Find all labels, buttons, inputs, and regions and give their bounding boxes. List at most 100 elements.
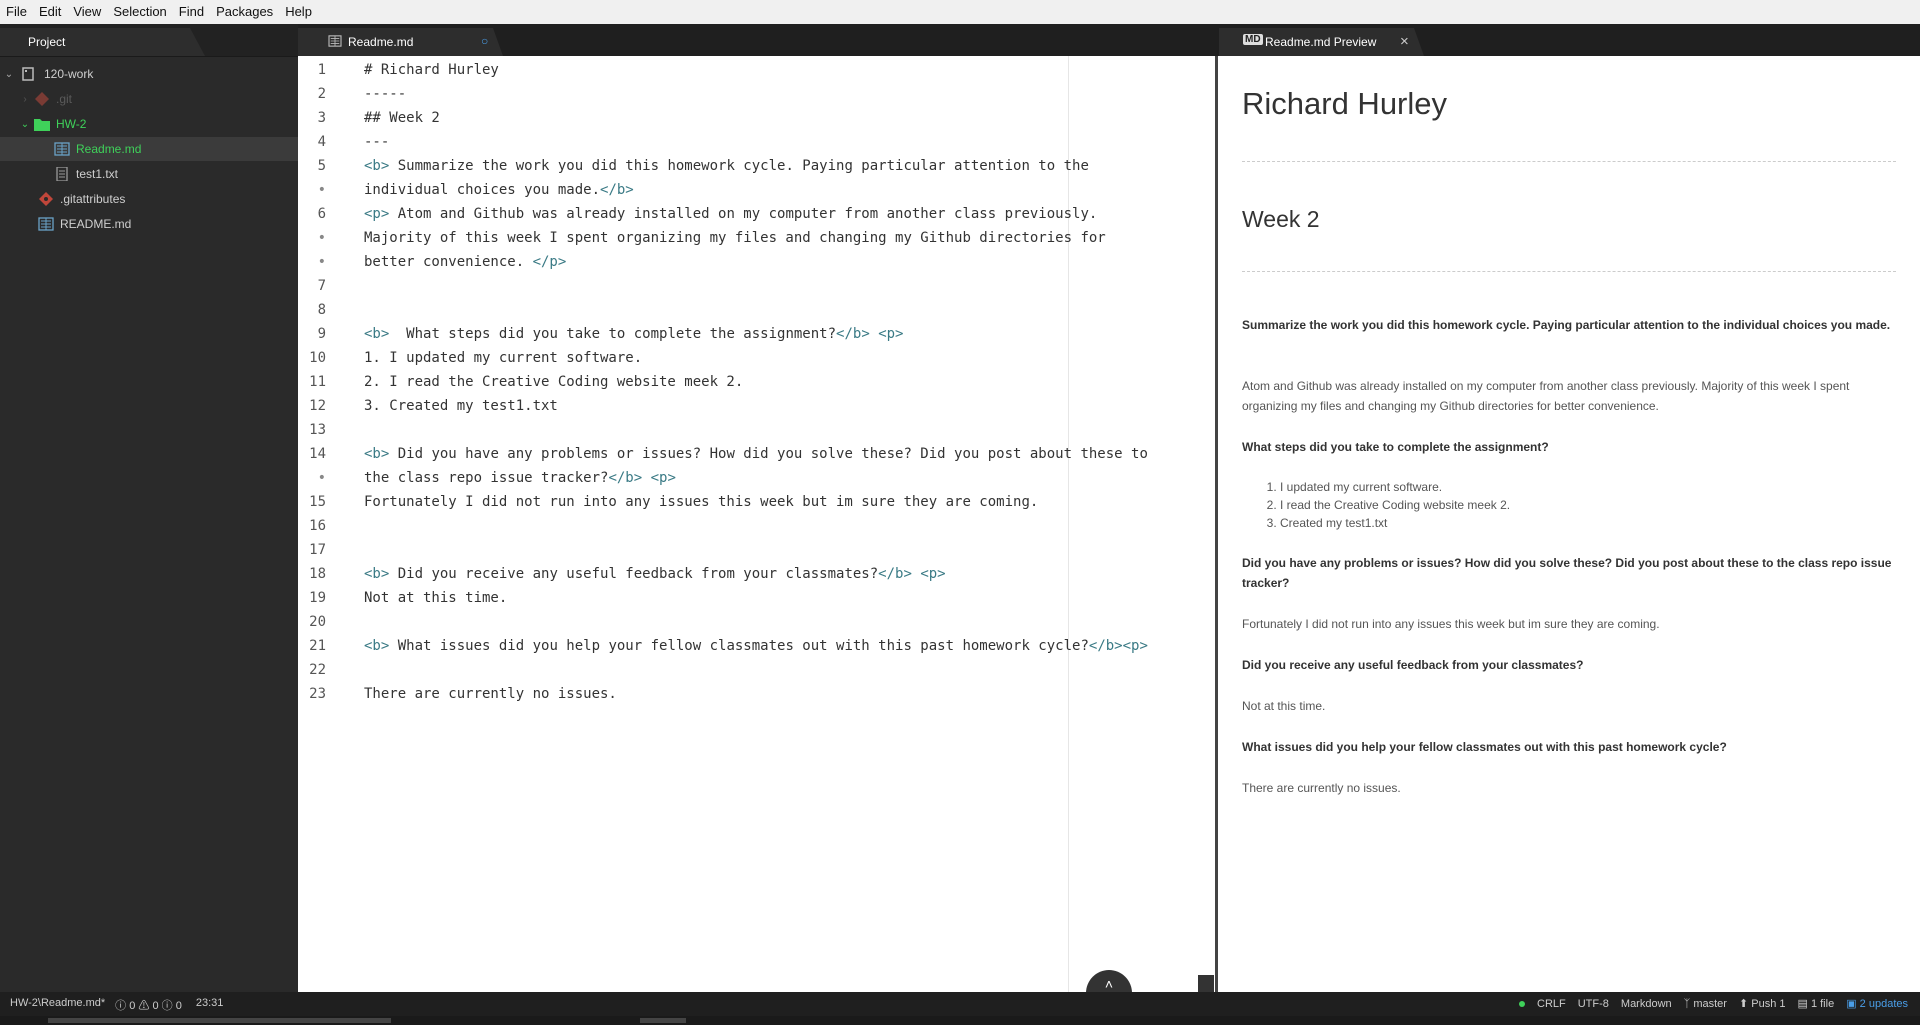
code-line[interactable]: • individual choices you made.</b>	[298, 178, 1215, 202]
code-line[interactable]: 14 <b> Did you have any problems or issue…	[298, 442, 1215, 466]
line-text: ---	[364, 130, 389, 154]
code-line[interactable]: 18 <b> Did you receive any useful feedbac…	[298, 562, 1215, 586]
text-run: Not at this time.	[364, 590, 508, 606]
text-run: What steps did you take to complete the …	[389, 326, 837, 342]
code-line[interactable]: 9 <b> What steps did you take to complete…	[298, 322, 1215, 346]
code-line[interactable]: 20	[298, 610, 1215, 634]
text-file-icon	[56, 167, 68, 181]
tree-item-readme-root[interactable]: README.md	[0, 212, 334, 236]
tree-label: .gitattributes	[60, 192, 126, 206]
code-line[interactable]: • the class repo issue tracker?</b> <p>	[298, 466, 1215, 490]
preview-question-1: Summarize the work you did this homework…	[1242, 318, 1891, 332]
code-line[interactable]: 17	[298, 538, 1215, 562]
line-text: <b> What issues did you help your fellow…	[364, 634, 1148, 658]
grammar[interactable]: Markdown	[1621, 998, 1672, 1010]
git-branch[interactable]: ᛉ master	[1684, 998, 1727, 1010]
text-run: ---	[364, 134, 390, 150]
menu-help[interactable]: Help	[279, 0, 318, 24]
tree-item-git[interactable]: › .git	[0, 87, 316, 111]
arrow-up-icon: ⬆	[1738, 998, 1749, 1010]
code-line[interactable]: 2 -----	[298, 82, 1215, 106]
code-line[interactable]: 22	[298, 658, 1215, 682]
code-line[interactable]: 21 <b> What issues did you help your fell…	[298, 634, 1215, 658]
tab-label: Readme.md	[348, 35, 414, 49]
code-line[interactable]: 6 <p> Atom and Github was already install…	[298, 202, 1215, 226]
modified-indicator-icon: ○	[481, 34, 489, 48]
line-number: 22	[309, 662, 326, 678]
heading-rule	[1242, 271, 1896, 272]
chevron-right-icon[interactable]: ›	[20, 94, 30, 105]
line-text: <b> What steps did you take to complete …	[364, 322, 903, 346]
tree-item-hw-2[interactable]: ⌄ HW-2	[0, 112, 316, 136]
preview-answer-4: Not at this time.	[1242, 699, 1326, 713]
text-run: the class repo issue tracker?	[364, 470, 609, 486]
code-editor[interactable]: 1 # Richard Hurley 2 ----- 3 ## Week 2 4 --- 5 <b…	[298, 56, 1215, 992]
menu-file[interactable]: File	[0, 0, 33, 24]
code-line[interactable]: 13	[298, 418, 1215, 442]
line-text: the class repo issue tracker?</b> <p>	[364, 466, 676, 490]
line-ending[interactable]: CRLF	[1537, 998, 1566, 1010]
file-count[interactable]: ▤ 1 file	[1797, 997, 1834, 1010]
html-tag: </b>	[1088, 638, 1123, 654]
line-number: 4	[317, 134, 326, 150]
html-tag: <p>	[1122, 638, 1148, 654]
tree-item-gitattributes[interactable]: .gitattributes	[0, 187, 334, 211]
tab-label: Readme.md Preview	[1265, 35, 1377, 49]
tree-label: test1.txt	[76, 167, 119, 181]
chevron-down-icon[interactable]: ⌄	[4, 69, 14, 80]
text-run: Did you have any problems or issues? How…	[389, 446, 1148, 462]
tab-readme-md[interactable]: Readme.md ○	[298, 28, 503, 56]
tree-label: README.md	[60, 217, 132, 231]
line-number: 18	[309, 566, 326, 582]
line-number: •	[317, 470, 326, 486]
file-icon: ▤	[1797, 998, 1808, 1010]
code-line[interactable]: • Majority of this week I spent organizin…	[298, 226, 1215, 250]
code-line[interactable]: 7	[298, 274, 1215, 298]
cursor-position[interactable]: 23:31	[196, 997, 224, 1013]
code-line[interactable]: 10 1. I updated my current software.	[298, 346, 1215, 370]
line-number: 9	[317, 326, 326, 342]
push-button[interactable]: ⬆ Push 1	[1739, 997, 1786, 1010]
code-line[interactable]: 23 There are currently no issues.	[298, 682, 1215, 706]
line-text: Majority of this week I spent organizing…	[364, 226, 1106, 250]
code-line[interactable]: • better convenience. </p>	[298, 250, 1215, 274]
markdown-file-icon	[38, 217, 54, 231]
close-icon[interactable]: ×	[1400, 33, 1409, 50]
tab-bar: Readme.md ○ MD Readme.md Preview ×	[298, 24, 1920, 56]
code-line[interactable]: 19 Not at this time.	[298, 586, 1215, 610]
html-tag: <b>	[364, 566, 390, 582]
encoding[interactable]: UTF-8	[1578, 998, 1609, 1010]
updates-button[interactable]: ▣ 2 updates	[1846, 997, 1908, 1010]
code-line[interactable]: 4 ---	[298, 130, 1215, 154]
code-line[interactable]: 11 2. I read the Creative Coding website …	[298, 370, 1215, 394]
text-run: There are currently no issues.	[364, 686, 617, 702]
preview-question-3: Did you have any problems or issues? How…	[1242, 556, 1892, 590]
code-line[interactable]: 1 # Richard Hurley	[298, 58, 1215, 82]
updates-label: 2 updates	[1859, 998, 1908, 1010]
code-line[interactable]: 8	[298, 298, 1215, 322]
tab-readme-preview[interactable]: MD Readme.md Preview ×	[1219, 28, 1424, 56]
text-run	[870, 326, 878, 342]
code-line[interactable]: 12 3. Created my test1.txt	[298, 394, 1215, 418]
project-tab[interactable]: Project	[0, 24, 298, 57]
diagnostics[interactable]: ⓘ 0 ⚠ 0 ⓘ 0	[115, 997, 182, 1013]
menu-edit[interactable]: Edit	[33, 0, 67, 24]
html-tag: <p>	[650, 470, 676, 486]
tree-label: HW-2	[56, 117, 87, 131]
preview-answer-3: Fortunately I did not run into any issue…	[1242, 617, 1660, 631]
file-path[interactable]: HW-2\Readme.md*	[10, 997, 105, 1013]
markdown-preview-icon: MD	[1243, 34, 1263, 45]
code-line[interactable]: 15 Fortunately I did not run into any iss…	[298, 490, 1215, 514]
menu-view[interactable]: View	[67, 0, 107, 24]
menu-packages[interactable]: Packages	[210, 0, 279, 24]
code-line[interactable]: 5 <b> Summarize the work you did this hom…	[298, 154, 1215, 178]
chevron-down-icon[interactable]: ⌄	[20, 119, 30, 130]
package-icon: ▣	[1846, 998, 1857, 1010]
code-line[interactable]: 16	[298, 514, 1215, 538]
menu-selection[interactable]: Selection	[107, 0, 172, 24]
text-run: 1. I updated my current software.	[364, 350, 643, 366]
tree-label: Readme.md	[76, 142, 142, 156]
code-line[interactable]: 3 ## Week 2	[298, 106, 1215, 130]
menu-find[interactable]: Find	[173, 0, 210, 24]
tree-item-120-work[interactable]: ⌄ 120-work	[0, 62, 300, 86]
